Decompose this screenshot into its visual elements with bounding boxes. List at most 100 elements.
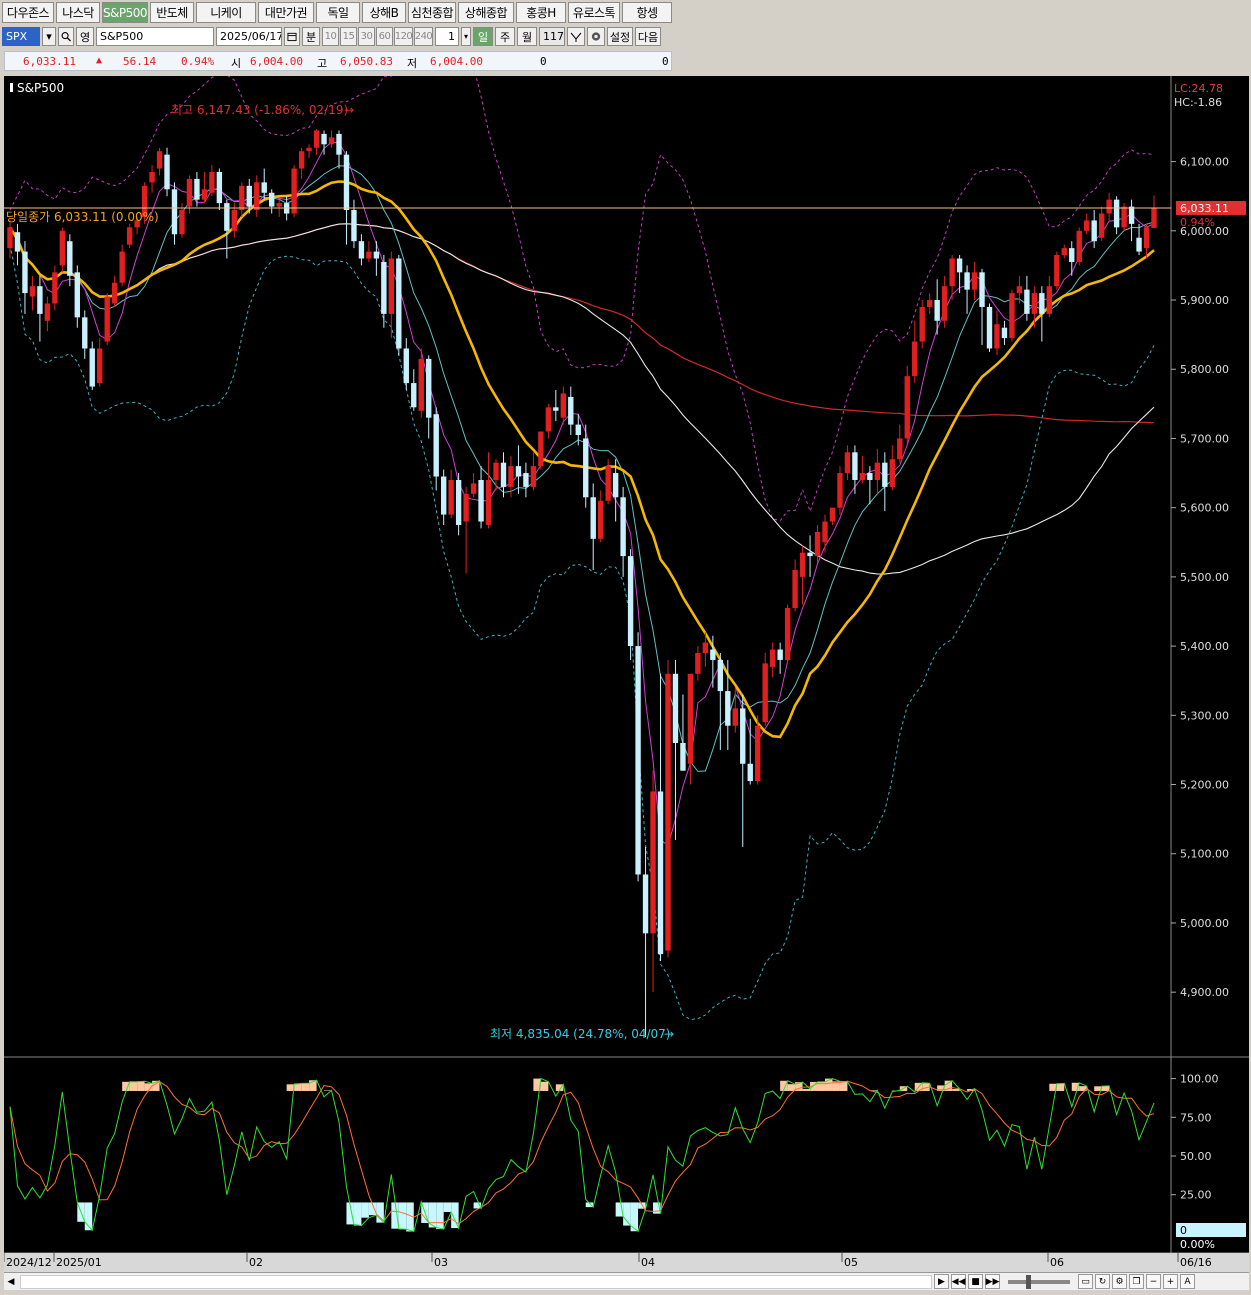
tab-8[interactable]: 심천종합	[408, 2, 456, 23]
day-button[interactable]: 일	[473, 27, 493, 46]
candle-body	[829, 507, 836, 522]
gear-icon[interactable]	[587, 27, 605, 46]
lower-envelope-line	[9, 244, 1155, 1021]
tab-9[interactable]: 상해종합	[458, 2, 514, 23]
tab-10[interactable]: 홍콩H	[516, 2, 566, 23]
interval-button-15[interactable]: 15	[340, 27, 357, 46]
refresh-icon[interactable]: ↻	[1095, 1274, 1110, 1289]
interval-button-60[interactable]: 60	[376, 27, 393, 46]
window-icon[interactable]: ▭	[1078, 1274, 1093, 1289]
next-button[interactable]: 다음	[635, 27, 661, 46]
month-button[interactable]: 월	[517, 27, 537, 46]
count-field[interactable]: 1	[435, 27, 459, 46]
overbought-fill	[137, 1081, 145, 1091]
minute-button[interactable]: 분	[302, 27, 320, 46]
tab-4[interactable]: 니케이	[196, 2, 256, 23]
tab-7[interactable]: 상해B	[362, 2, 406, 23]
overbought-fill	[540, 1081, 549, 1091]
candle-body	[14, 232, 21, 252]
price-chart-svg[interactable]: →→ 100.0075.0050.0025.00 6,100.006,000.0…	[3, 4, 1249, 1272]
scroll-right-icon[interactable]: ▶	[934, 1274, 949, 1289]
candle-body	[246, 185, 252, 207]
candle-body	[261, 182, 267, 193]
candle-body	[59, 230, 66, 266]
zoom-slider[interactable]	[1008, 1274, 1070, 1289]
symbol-dropdown-button[interactable]: ▾	[42, 27, 56, 46]
tab-5[interactable]: 대만가권	[258, 2, 314, 23]
candle-body	[605, 466, 611, 501]
candle-body	[598, 500, 604, 539]
period-toggle-button[interactable]: 영	[76, 27, 94, 46]
panel-handle-icon[interactable]	[10, 83, 13, 92]
overbought-fill	[1056, 1083, 1065, 1091]
interval-button-30[interactable]: 30	[358, 27, 375, 46]
oversold-fill	[436, 1202, 444, 1230]
candle-body	[82, 317, 88, 349]
y-tick-label: 5,100.00	[1180, 848, 1229, 861]
candle-body	[799, 552, 806, 577]
candle-body	[672, 673, 679, 743]
calendar-icon[interactable]	[284, 27, 300, 46]
week-button[interactable]: 주	[495, 27, 515, 46]
candle-body	[627, 556, 634, 647]
zoom-slider-thumb[interactable]	[1026, 1274, 1031, 1289]
candle-body	[874, 462, 881, 480]
candle-body	[7, 227, 13, 249]
settings-button[interactable]: 설정	[607, 27, 633, 46]
candle-body	[440, 476, 447, 515]
search-icon[interactable]	[58, 27, 74, 46]
candle-body	[44, 303, 51, 321]
tab-6[interactable]: 독일	[316, 2, 360, 23]
candle-body	[889, 459, 895, 487]
candle-body	[493, 462, 499, 480]
last-price-axis-label: 6,033.11	[1180, 202, 1229, 215]
tab-11[interactable]: 유로스톡	[568, 2, 620, 23]
osc-tick-label: 100.00	[1180, 1073, 1219, 1086]
x-tick-label: 2024/12	[6, 1256, 52, 1269]
candle-body	[807, 552, 813, 557]
ma20-line	[8, 180, 1155, 739]
crosshair-icon[interactable]	[567, 27, 585, 46]
overbought-fill	[129, 1081, 138, 1091]
tab-1[interactable]: 나스닥	[56, 2, 100, 23]
oversold-fill	[398, 1202, 407, 1230]
candle-body	[732, 708, 738, 726]
overbought-fill	[122, 1081, 130, 1091]
stop-icon[interactable]: ■	[968, 1274, 983, 1289]
tab-0[interactable]: 다우존스	[2, 2, 54, 23]
symbol-code-field[interactable]: SPX	[2, 27, 40, 46]
candle-body	[1151, 207, 1157, 229]
rewind-icon[interactable]: ◀◀	[951, 1274, 966, 1289]
candle-body	[867, 473, 873, 480]
x-tick-label: 06/16	[1180, 1256, 1212, 1269]
scroll-left-icon[interactable]: ◀	[4, 1274, 18, 1290]
candle-body	[919, 306, 925, 342]
candle-body	[418, 358, 424, 411]
candle-body	[964, 272, 970, 290]
copy-icon[interactable]: ❐	[1129, 1274, 1144, 1289]
interval-button-10[interactable]: 10	[322, 27, 339, 46]
zoom-out-icon[interactable]: −	[1146, 1274, 1161, 1289]
bar-count-field[interactable]: 117	[539, 27, 565, 46]
candle-body	[201, 189, 208, 200]
font-size-icon[interactable]: A	[1180, 1274, 1195, 1289]
interval-button-120[interactable]: 120	[394, 27, 413, 46]
candle-body	[784, 608, 791, 660]
tab-12[interactable]: 항셍	[622, 2, 672, 23]
zoom-in-icon[interactable]: +	[1163, 1274, 1178, 1289]
chart-panel[interactable]: → → 100.00 75.00 50.00 25.00 6,100.00 6,000.0…	[3, 4, 1249, 1272]
quote-bar: 6,033.11 ▲ 56.14 0.94% 시 6,004.00 고 6,05…	[4, 51, 672, 71]
candle-body	[777, 649, 783, 660]
chart-scrollbar[interactable]: ◀ ▶ ◀◀ ■ ▶▶ ▭ ↻ ⚙ ❐ − + A	[4, 1272, 1249, 1290]
symbol-name-field[interactable]: S&P500	[96, 27, 214, 46]
tab-2[interactable]: S&P500	[102, 2, 148, 23]
candle-body	[508, 466, 514, 487]
fast-forward-icon[interactable]: ▶▶	[985, 1274, 1000, 1289]
count-spinner[interactable]: ▾	[461, 27, 471, 46]
date-field[interactable]: 2025/06/17	[216, 27, 282, 46]
tab-3[interactable]: 반도체	[150, 2, 194, 23]
y-tick-label: 5,800.00	[1180, 363, 1229, 376]
config-icon[interactable]: ⚙	[1112, 1274, 1127, 1289]
scroll-track[interactable]	[20, 1275, 932, 1289]
interval-button-240[interactable]: 240	[414, 27, 433, 46]
